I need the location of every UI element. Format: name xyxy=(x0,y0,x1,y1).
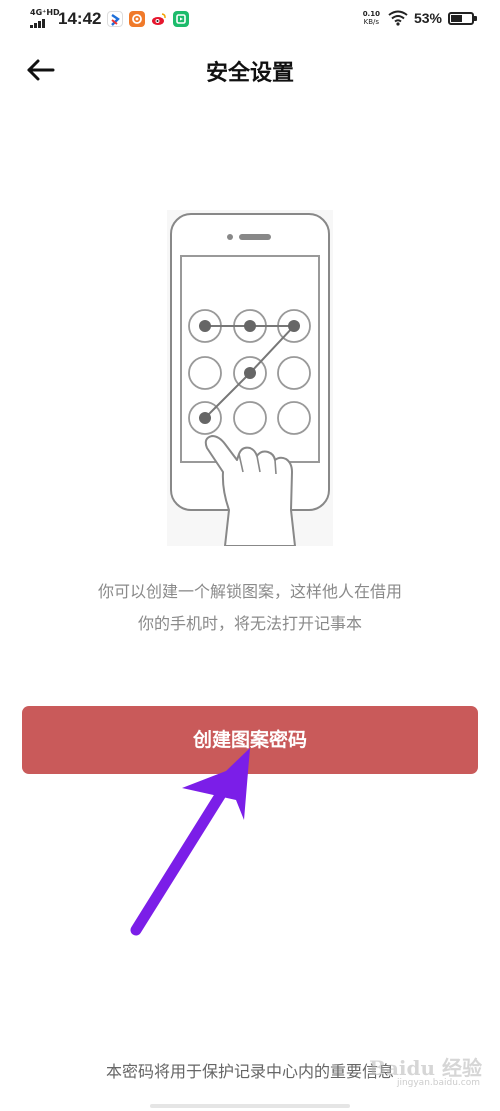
description-line-1: 你可以创建一个解锁图案，这样他人在借用 xyxy=(97,582,402,601)
watermark: Baidu 经验 xyxy=(369,1056,482,1080)
status-bar: 4G⁺HD 14:42 0.10 KB/s 53% xyxy=(0,0,500,40)
network-type: 4G⁺HD xyxy=(30,8,60,17)
app-icon-4 xyxy=(173,11,190,27)
weibo-icon xyxy=(151,11,168,27)
battery-icon xyxy=(448,11,477,25)
app-icon-1 xyxy=(107,11,124,27)
description: 你可以创建一个解锁图案，这样他人在借用 你的手机时，将无法打开记事本 xyxy=(40,576,460,640)
wifi-icon xyxy=(388,10,408,26)
app-icon-2 xyxy=(129,11,146,27)
signal-icon: 4G⁺HD xyxy=(30,8,60,30)
screen: 4G⁺HD 14:42 0.10 KB/s 53% 安全设置 你可以创建一个解锁… xyxy=(0,0,500,1111)
net-speed: 0.10 KB/s xyxy=(363,10,380,26)
net-speed-unit: KB/s xyxy=(363,18,380,26)
create-pattern-password-button[interactable]: 创建图案密码 xyxy=(22,706,478,774)
clock: 14:42 xyxy=(58,9,102,28)
status-bar-right: 0.10 KB/s 53% xyxy=(363,10,477,26)
battery-fill xyxy=(451,14,462,22)
description-line-2: 你的手机时，将无法打开记事本 xyxy=(137,614,362,633)
home-indicator xyxy=(150,1104,350,1108)
header: 安全设置 xyxy=(0,45,500,95)
phone-pattern-lock-illustration xyxy=(167,210,333,547)
watermark-sub: jingyan.baidu.com xyxy=(396,1078,480,1088)
page-title: 安全设置 xyxy=(205,61,294,86)
purple-arrow-annotation xyxy=(130,748,250,936)
status-bar-left: 4G⁺HD 14:42 xyxy=(30,8,190,30)
battery-percent: 53% xyxy=(413,10,442,26)
net-speed-value: 0.10 xyxy=(362,10,380,18)
